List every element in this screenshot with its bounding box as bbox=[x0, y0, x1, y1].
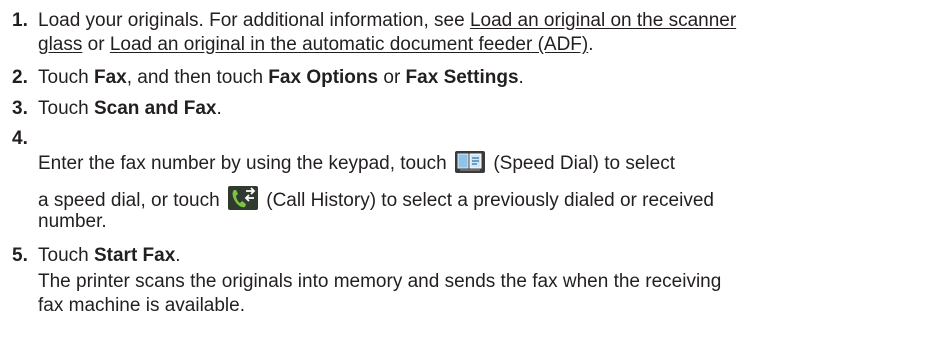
link-scanner-glass[interactable]: Load an original on the scanner bbox=[470, 10, 736, 31]
fax-settings-label: Fax Settings bbox=[405, 67, 519, 88]
step-text: Load your originals. For additional info… bbox=[38, 10, 737, 31]
step-number: 1. bbox=[12, 10, 28, 31]
start-fax-label: Start Fax bbox=[93, 245, 176, 266]
step-note: The printer scans the originals into mem… bbox=[38, 271, 722, 292]
step-number: 4. bbox=[12, 128, 28, 149]
link-adf[interactable]: Load an original in the automatic docume… bbox=[110, 34, 588, 55]
step-text-cont: glass or Load an original in the automat… bbox=[38, 34, 594, 55]
scan-and-fax-label: Scan and Fax bbox=[93, 98, 217, 119]
speed-dial-icon bbox=[455, 151, 486, 179]
step-number: 3. bbox=[12, 98, 28, 119]
step-text-cont: number. bbox=[38, 211, 107, 232]
step-text: Touch Start Fax. bbox=[38, 245, 181, 266]
link-scanner-glass-cont[interactable]: glass bbox=[38, 34, 82, 55]
fax-options-label: Fax Options bbox=[268, 67, 379, 88]
step-note-cont: fax machine is available. bbox=[38, 295, 245, 316]
step-text-cont: a speed dial, or touch (Call History) to… bbox=[38, 186, 714, 216]
step-text: Enter the fax number by using the keypad… bbox=[38, 151, 675, 179]
call-history-icon bbox=[227, 186, 258, 216]
step-number: 2. bbox=[12, 67, 28, 88]
step-number: 5. bbox=[12, 245, 28, 266]
step-text: Touch Scan and Fax. bbox=[38, 98, 222, 119]
fax-label: Fax bbox=[93, 67, 127, 88]
instruction-document: 1. Load your originals. For additional i… bbox=[0, 0, 941, 348]
step-text: Touch Fax, and then touch Fax Options or… bbox=[38, 67, 524, 88]
